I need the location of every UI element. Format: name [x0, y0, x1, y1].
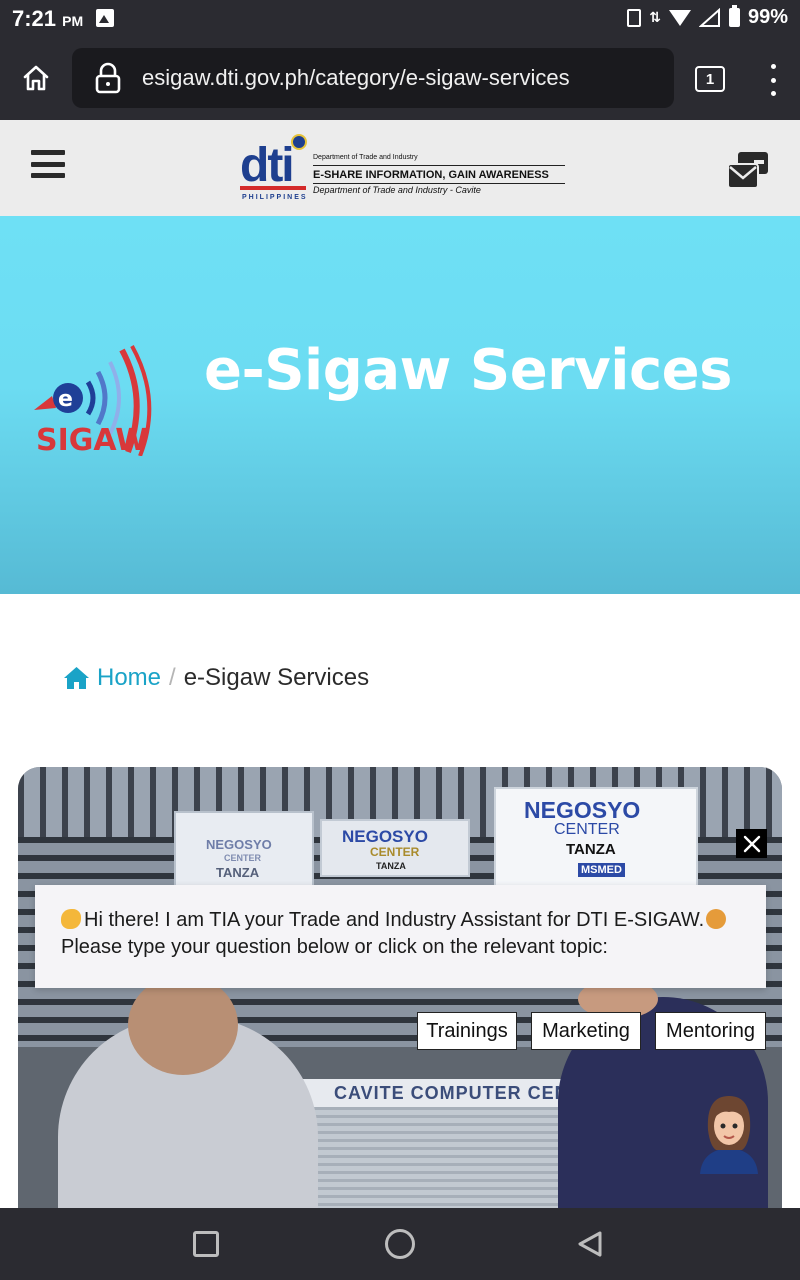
logo-department: Department of Trade and Industry	[313, 154, 418, 161]
address-bar[interactable]: esigaw.dti.gov.ph/category/e-sigaw-servi…	[72, 48, 674, 108]
chat-message: Hi there! I am TIA your Trade and Indust…	[61, 907, 740, 961]
chat-line-1: Hi there! I am TIA your Trade and Indust…	[84, 909, 705, 931]
logo-underline	[240, 186, 306, 190]
status-icons: ⇅ 99%	[627, 5, 788, 29]
photo-person-left-head	[128, 975, 238, 1075]
clock: 7:21	[12, 6, 57, 31]
dti-logo[interactable]: dti PHILIPPINES Department of Trade and …	[240, 134, 570, 206]
logo-tagline: E-SHARE INFORMATION, GAIN AWARENESS	[313, 169, 549, 181]
logo-divider	[313, 165, 565, 166]
lock-icon	[95, 62, 121, 94]
browser-toolbar: esigaw.dti.gov.ph/category/e-sigaw-servi…	[0, 36, 800, 120]
negosyo-sign-mid: NEGOSYO CENTER TANZA	[320, 819, 470, 877]
e-sigaw-logo: e SIGAW	[34, 345, 152, 456]
chatbot-avatar-icon[interactable]	[694, 1090, 764, 1174]
breadcrumb-current: e-Sigaw Services	[183, 664, 370, 691]
chat-line-2: Please type your question below or click…	[61, 936, 608, 958]
menu-dot-icon	[770, 91, 776, 96]
home-button-icon[interactable]	[385, 1229, 415, 1259]
signal-icon	[698, 7, 720, 27]
featured-photo[interactable]: NEGOSYO CENTER TANZA NEGOSYO CENTER TANZ…	[18, 767, 782, 1227]
browser-home-button[interactable]	[16, 58, 56, 98]
logo-subtitle: Department of Trade and Industry - Cavit…	[313, 185, 481, 195]
svg-text:e: e	[58, 387, 73, 412]
topic-button-trainings[interactable]: Trainings	[417, 1012, 517, 1050]
browser-menu-button[interactable]	[766, 62, 780, 98]
recent-apps-icon[interactable]	[193, 1231, 219, 1257]
data-arrows-icon: ⇅	[649, 9, 661, 25]
status-time: 7:21 PM	[12, 6, 83, 32]
girl-emoji-icon	[706, 909, 727, 929]
menu-dot-icon	[770, 64, 776, 69]
close-icon	[743, 835, 760, 852]
chat-close-button[interactable]	[736, 829, 767, 858]
wifi-icon	[668, 9, 691, 26]
topic-button-marketing[interactable]: Marketing	[531, 1012, 641, 1050]
image-notification-icon	[96, 9, 114, 27]
site-header: dti PHILIPPINES Department of Trade and …	[0, 120, 800, 216]
topic-button-mentoring[interactable]: Mentoring	[655, 1012, 766, 1050]
messages-icon[interactable]	[726, 150, 770, 190]
home-icon	[23, 65, 49, 91]
breadcrumb: Home / e-Sigaw Services	[63, 664, 369, 692]
logo-country: PHILIPPINES	[242, 194, 308, 201]
status-bar: 7:21 PM ⇅ 99%	[0, 0, 800, 36]
menu-dot-icon	[770, 77, 776, 83]
logo-wordmark: SIGAW	[36, 423, 148, 456]
screen: 7:21 PM ⇅ 99% esigaw.dti.gov.ph/category…	[0, 0, 800, 1280]
vibrate-icon	[627, 8, 642, 27]
breadcrumb-home-link[interactable]: Home	[97, 664, 161, 692]
chat-greeting-bubble: Hi there! I am TIA your Trade and Indust…	[35, 885, 766, 988]
negosyo-sign-small: NEGOSYO CENTER TANZA	[174, 811, 314, 887]
url-text: esigaw.dti.gov.ph/category/e-sigaw-servi…	[142, 65, 570, 90]
seal-icon	[291, 134, 307, 150]
system-navigation-bar	[0, 1208, 800, 1280]
negosyo-sign-big: NEGOSYO CENTER TANZA MSMED	[494, 787, 698, 887]
battery-icon	[728, 5, 740, 27]
logo-mark: dti	[240, 139, 295, 192]
clock-ampm: PM	[62, 13, 84, 29]
page-title: e-Sigaw Services	[204, 338, 733, 403]
cavite-computer-center-sign: CAVITE COMPUTER CENTER	[294, 1079, 607, 1109]
tab-switcher-button[interactable]: 1	[695, 66, 725, 92]
back-icon[interactable]	[576, 1230, 604, 1258]
battery-level: 99%	[747, 6, 788, 28]
home-icon	[64, 667, 89, 689]
hamburger-menu-icon[interactable]	[31, 150, 65, 178]
breadcrumb-separator: /	[169, 664, 176, 691]
waving-hand-icon	[61, 909, 81, 929]
hero-banner: e SIGAW e-Sigaw Services	[0, 216, 800, 594]
logo-divider	[313, 183, 565, 184]
